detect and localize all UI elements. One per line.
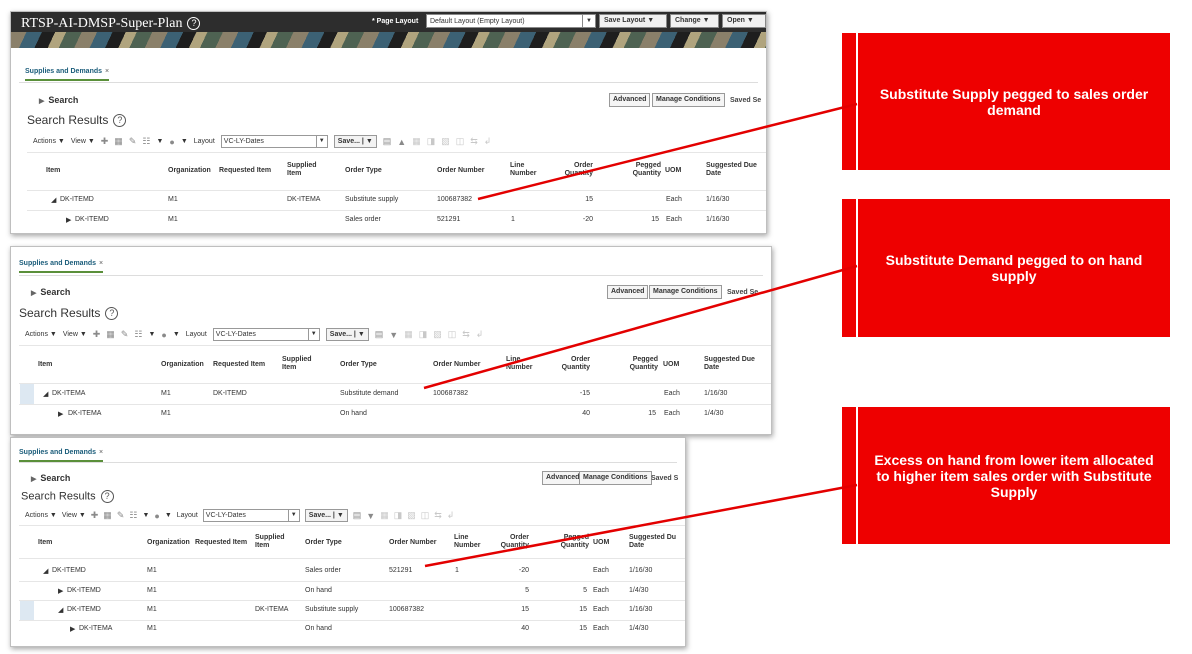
connector-line	[423, 264, 858, 390]
connector-lines	[423, 102, 858, 568]
connector-line	[477, 102, 858, 201]
connector-line	[424, 483, 858, 568]
